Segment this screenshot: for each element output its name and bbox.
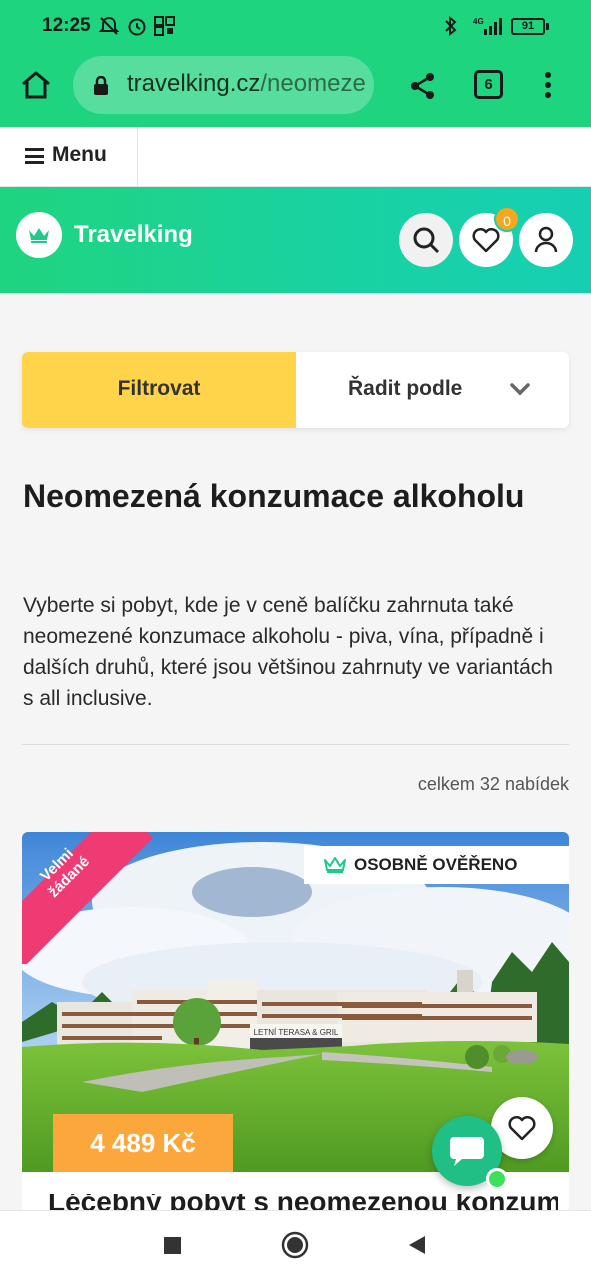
brand-name[interactable]: Travelking	[74, 221, 193, 249]
price-tag: 4 489 Kč	[53, 1114, 233, 1172]
account-button[interactable]	[519, 213, 573, 267]
more-options-icon[interactable]	[538, 70, 558, 100]
popular-ribbon: Velmi žádané	[22, 832, 156, 964]
crown-icon	[324, 857, 346, 873]
url-text: travelking.cz/neomeze	[127, 70, 366, 98]
site-menu-bar: Menu	[0, 127, 591, 187]
search-button[interactable]	[399, 213, 453, 267]
lock-icon	[94, 76, 108, 95]
alarm-icon	[128, 18, 146, 36]
page-title: Neomezená konzumace alkoholu	[23, 478, 525, 514]
hotel-sign: LETNÍ TERASA & GRIL	[254, 1028, 339, 1037]
divider	[22, 744, 569, 745]
back-icon[interactable]	[406, 1234, 428, 1256]
crown-icon	[29, 228, 49, 243]
status-bar: 12:25 4G 91	[0, 0, 591, 52]
verified-label: OSOBNĚ OVĚŘENO	[354, 855, 518, 874]
system-nav-bar	[0, 1210, 591, 1280]
price-value: 4 489 Kč	[90, 1128, 196, 1158]
online-status-dot	[486, 1168, 508, 1190]
address-bar[interactable]: travelking.cz/neomeze	[73, 56, 374, 114]
brand-logo[interactable]	[16, 212, 62, 258]
filter-sort-bar: Filtrovat Řadit podle	[22, 352, 569, 428]
share-icon[interactable]	[408, 71, 438, 101]
qr-scan-icon	[154, 16, 175, 36]
chat-bubble-icon	[450, 1137, 484, 1166]
filter-label: Filtrovat	[117, 377, 201, 400]
verified-badge: OSOBNĚ OVĚŘENO	[304, 846, 569, 884]
chevron-down-icon	[510, 383, 530, 396]
battery-tip	[546, 23, 549, 30]
url-path: /neomeze	[260, 70, 366, 97]
user-icon	[534, 226, 558, 253]
heart-icon	[472, 227, 500, 253]
filter-button[interactable]: Filtrovat	[22, 352, 296, 428]
battery-icon: 91	[511, 18, 545, 35]
sort-dropdown[interactable]: Řadit podle	[296, 352, 569, 428]
search-icon	[413, 227, 440, 254]
signal-icon: 4G	[473, 17, 502, 35]
status-time: 12:25	[42, 15, 91, 36]
url-domain: travelking.cz	[127, 70, 261, 97]
hamburger-icon	[25, 148, 44, 164]
home-icon[interactable]	[20, 70, 52, 100]
bluetooth-icon	[445, 16, 457, 36]
recent-apps-icon[interactable]	[163, 1236, 183, 1256]
offer-count: celkem 32 nabídek	[417, 774, 569, 794]
menu-label: Menu	[52, 143, 107, 166]
tab-switcher-button[interactable]: 6	[474, 70, 503, 99]
notifications-off-icon	[98, 16, 120, 35]
favorites-count-badge: 0	[494, 206, 520, 232]
battery-level: 91	[521, 20, 535, 32]
heart-icon	[508, 1115, 536, 1141]
site-header: Travelking	[0, 187, 591, 293]
sort-label: Řadit podle	[348, 377, 463, 400]
home-nav-icon[interactable]	[281, 1231, 309, 1259]
svg-text:4G: 4G	[473, 17, 484, 26]
menu-button[interactable]: Menu	[0, 127, 138, 187]
page-description: Vyberte si pobyt, kde je v ceně balíčku …	[23, 594, 553, 710]
browser-toolbar: travelking.cz/neomeze 6	[0, 52, 591, 127]
